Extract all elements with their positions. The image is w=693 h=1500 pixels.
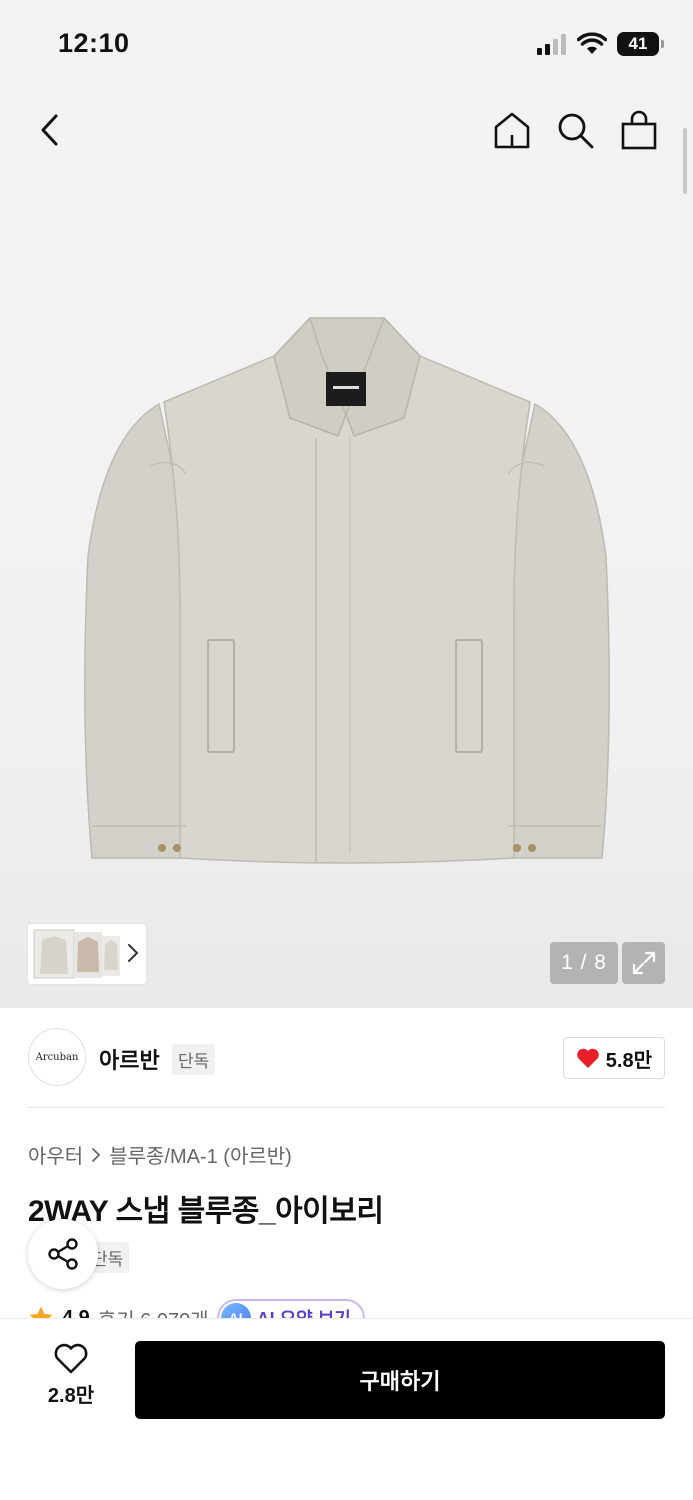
status-icons: 41 xyxy=(537,30,664,58)
image-counter: 1 / 8 xyxy=(550,942,618,984)
scrollbar[interactable] xyxy=(683,128,687,194)
buy-button[interactable]: 구매하기 xyxy=(135,1341,665,1419)
brand-name[interactable]: 아르반 xyxy=(99,1043,160,1075)
search-icon xyxy=(558,113,594,149)
back-button[interactable] xyxy=(26,106,74,154)
breadcrumb-subcategory[interactable]: 블루종/MA-1 (아르반) xyxy=(109,1140,292,1169)
breadcrumb-category[interactable]: 아우터 xyxy=(28,1140,83,1169)
thumbnail-strip[interactable] xyxy=(28,924,146,984)
wishlist-button[interactable]: 2.8만 xyxy=(28,1343,114,1419)
status-bar: 12:10 41 xyxy=(0,0,693,88)
chevron-right-icon[interactable] xyxy=(126,942,140,964)
product-image[interactable] xyxy=(74,306,620,872)
status-time: 12:10 xyxy=(58,28,130,58)
signal-icon xyxy=(537,34,566,55)
top-nav xyxy=(0,100,693,160)
cart-button[interactable] xyxy=(615,106,663,154)
share-icon xyxy=(48,1238,78,1270)
home-icon xyxy=(494,112,530,149)
share-button[interactable] xyxy=(28,1219,98,1289)
wishlist-count: 2.8만 xyxy=(47,1385,95,1407)
divider xyxy=(28,1107,665,1108)
battery-level: 41 xyxy=(628,34,648,53)
expand-button[interactable] xyxy=(622,942,665,984)
breadcrumb: 아우터 블루종/MA-1 (아르반) xyxy=(28,1140,292,1169)
brand-like-count: 5.8만 xyxy=(605,1049,652,1072)
back-icon xyxy=(41,114,58,146)
search-button[interactable] xyxy=(551,106,599,154)
thumbnail-images[interactable] xyxy=(32,928,122,980)
brand-logo[interactable]: Arcuban xyxy=(28,1028,86,1086)
home-button[interactable] xyxy=(488,106,536,154)
brand-like-button[interactable]: 5.8만 xyxy=(562,1037,665,1079)
wifi-icon xyxy=(577,32,607,54)
heart-icon xyxy=(54,1343,88,1374)
brand-row: Arcuban 아르반 단독 5.8만 xyxy=(0,1008,693,1108)
bottom-action-bar: 2.8만 구매하기 xyxy=(0,1318,693,1500)
exclusive-badge: 단독 xyxy=(172,1044,216,1075)
chevron-right-icon xyxy=(92,1147,101,1162)
expand-icon xyxy=(632,951,655,975)
brand-logo-text: Arcuban xyxy=(35,1051,79,1063)
bag-icon xyxy=(621,110,657,150)
battery-indicator: 41 xyxy=(617,32,664,56)
heart-icon xyxy=(576,1048,599,1068)
